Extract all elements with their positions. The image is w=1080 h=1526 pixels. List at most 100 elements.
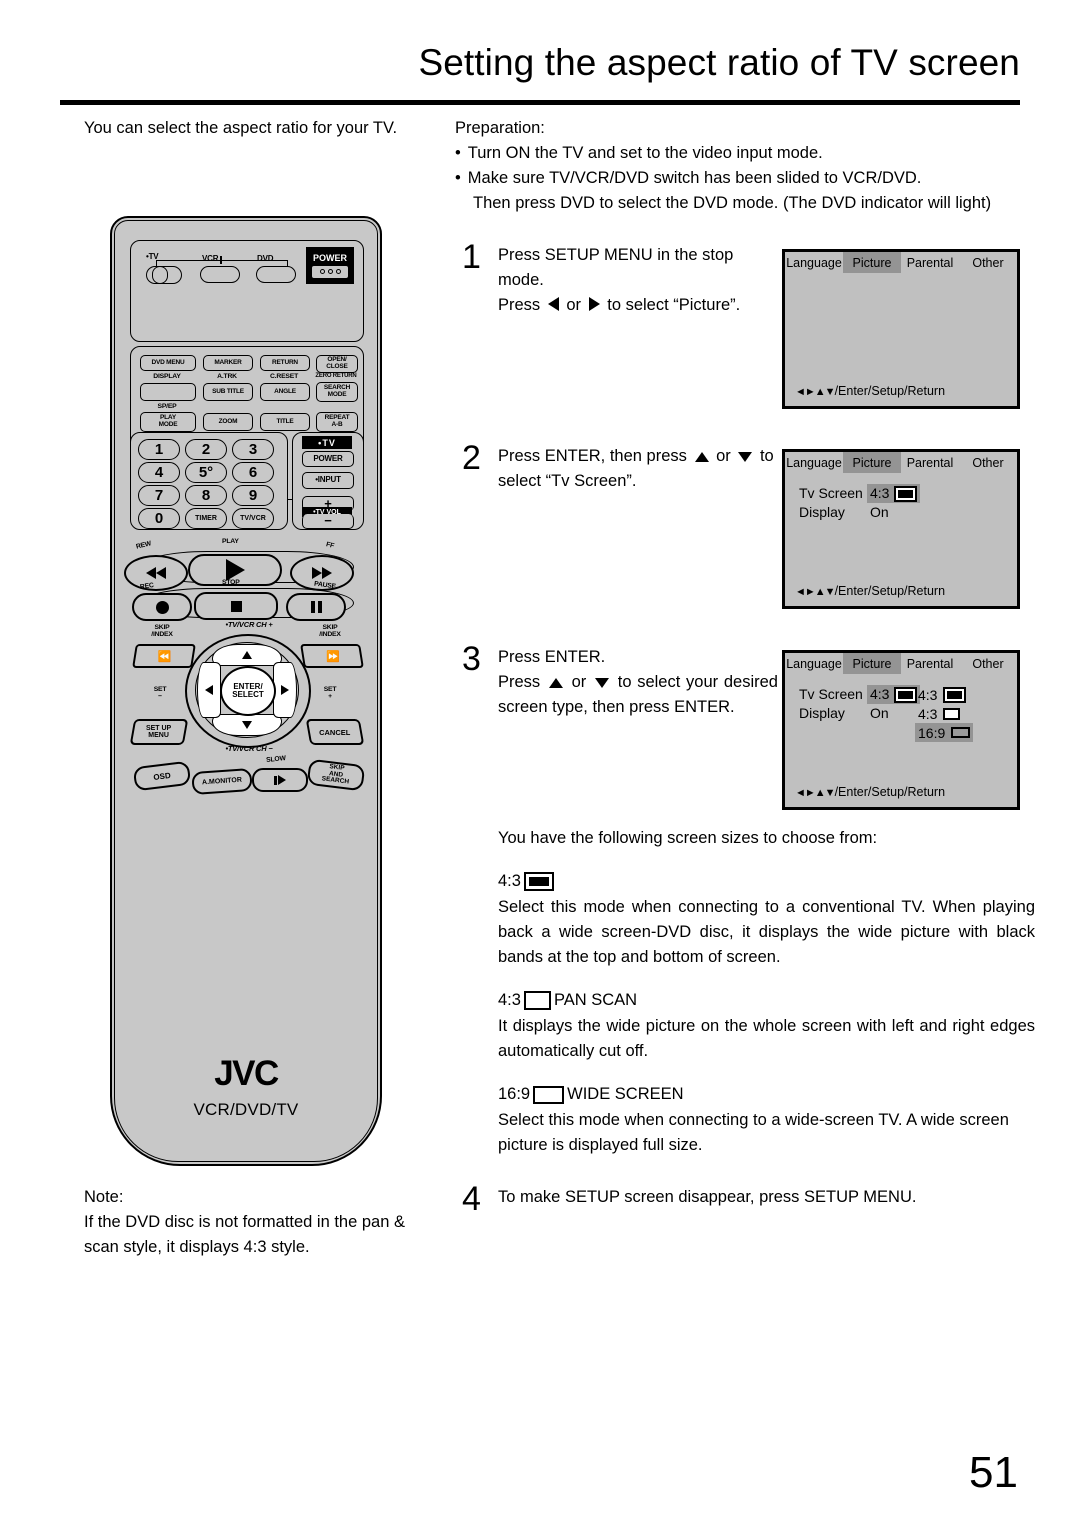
dpad-left-button[interactable]: [197, 662, 221, 718]
tv-screen-value[interactable]: 4:3: [867, 685, 921, 704]
a-monitor-button[interactable]: A.MONITOR: [191, 767, 253, 796]
cancel-button[interactable]: CANCEL: [305, 719, 365, 745]
osd-option-43-panscan[interactable]: 4:3: [915, 704, 963, 723]
skip-index-left-button[interactable]: ⏪: [132, 644, 196, 668]
rewind-button[interactable]: [124, 555, 188, 591]
mode-3-description: Select this mode when connecting to a wi…: [498, 1111, 1009, 1154]
skip-index-right-button[interactable]: ⏩: [300, 644, 364, 668]
osd-tab-picture[interactable]: Picture: [843, 252, 901, 273]
osd-footer-text: /Enter/Setup/Return: [834, 785, 946, 799]
mode-2-heading: 4:3 PAN SCAN: [498, 986, 1035, 1014]
stop-button[interactable]: [194, 592, 278, 620]
osd-tab-other[interactable]: Other: [959, 452, 1017, 473]
osd-option-dropdown[interactable]: 4:3 4:3 16:9: [915, 685, 974, 742]
play-mode-button[interactable]: PLAY MODE: [140, 412, 196, 432]
title-button[interactable]: TITLE: [260, 413, 310, 431]
step-3-line-1: Press ENTER.: [498, 648, 606, 666]
number-button-6[interactable]: 6: [232, 462, 274, 483]
osd-option-row[interactable]: 4:3: [915, 704, 973, 723]
display-button[interactable]: [140, 383, 196, 401]
tv-input-button[interactable]: •INPUT: [302, 472, 354, 489]
marker-button[interactable]: MARKER: [203, 355, 253, 371]
power-button[interactable]: [311, 264, 349, 279]
sub-title-button[interactable]: SUB TITLE: [203, 383, 253, 401]
page-number: 51: [969, 1448, 1018, 1497]
vcr-button[interactable]: [200, 266, 240, 283]
aspect-169-wide-icon: [533, 1085, 565, 1104]
open-close-button[interactable]: OPEN/ CLOSE: [316, 355, 358, 373]
page-title: Setting the aspect ratio of TV screen: [418, 42, 1020, 83]
a-trk-label: A.TRK: [217, 373, 237, 380]
dpad-down-button[interactable]: [212, 714, 282, 736]
osd-row-tv-screen[interactable]: Tv Screen 4:3: [799, 685, 921, 704]
osd-row-display[interactable]: Display On: [799, 503, 920, 522]
setup-menu-button[interactable]: SET UP MENU: [129, 719, 189, 745]
slow-button[interactable]: [252, 768, 308, 792]
page-header: Setting the aspect ratio of TV screen: [60, 42, 1020, 83]
osd-option-row[interactable]: 4:3: [915, 685, 973, 704]
osd-tab-language[interactable]: Language: [785, 252, 843, 273]
tv-power-button[interactable]: POWER: [302, 451, 354, 467]
step-1-text: Press SETUP MENU in the stop mode. Press…: [498, 243, 778, 318]
osd-tab-language[interactable]: Language: [785, 653, 843, 674]
dpad-right-button[interactable]: [273, 662, 297, 718]
angle-button[interactable]: ANGLE: [260, 383, 310, 401]
osd-row-display[interactable]: Display On: [799, 704, 920, 723]
record-button[interactable]: [132, 593, 192, 621]
osd-tab-language[interactable]: Language: [785, 452, 843, 473]
tv-vcr-button[interactable]: TV/VCR: [232, 508, 274, 529]
osd-settings-list-2: Tv Screen 4:3 Display On: [799, 484, 921, 522]
return-button[interactable]: RETURN: [260, 355, 310, 371]
dpad-up-button[interactable]: [212, 644, 282, 666]
enter-select-button[interactable]: ENTER/ SELECT: [220, 666, 276, 716]
zoom-button[interactable]: ZOOM: [203, 413, 253, 431]
arrow-down-icon: [242, 721, 252, 729]
open-close-label: OPEN/ CLOSE: [326, 356, 348, 370]
vcr-mode-label: VCR: [202, 254, 219, 263]
repeat-ab-button[interactable]: REPEAT A-B: [316, 412, 358, 432]
power-button-group[interactable]: POWER: [306, 247, 354, 284]
slide-switch-knob[interactable]: [152, 266, 168, 284]
osd-row-tv-screen[interactable]: Tv Screen 4:3: [799, 484, 921, 503]
osd-tab-picture[interactable]: Picture: [843, 653, 901, 674]
osd-tab-picture[interactable]: Picture: [843, 452, 901, 473]
number-button-1[interactable]: 1: [138, 439, 180, 460]
search-mode-button[interactable]: SEARCH MODE: [316, 382, 358, 402]
number-button-5[interactable]: 5°: [185, 462, 227, 483]
osd-tab-parental[interactable]: Parental: [901, 252, 959, 273]
arrow-down-icon: [595, 678, 610, 688]
pause-button[interactable]: [286, 593, 346, 621]
number-button-0[interactable]: 0: [138, 508, 180, 529]
number-button-8[interactable]: 8: [185, 485, 227, 506]
number-button-3[interactable]: 3: [232, 439, 274, 460]
step-3-line-2: Press or to select your desired screen t…: [498, 670, 778, 720]
osd-tab-parental[interactable]: Parental: [901, 653, 959, 674]
osd-option-43-letterbox[interactable]: 4:3: [915, 685, 969, 704]
osd-option-row[interactable]: 16:9: [915, 723, 974, 742]
osd-tab-other[interactable]: Other: [959, 252, 1017, 273]
tv-screen-value[interactable]: 4:3: [867, 484, 921, 503]
rewind-icon: [146, 567, 156, 579]
osd-footer-arrows: ◄►▲▼: [795, 586, 836, 598]
dvd-mode-label: DVD: [257, 254, 274, 263]
osd-tab-other[interactable]: Other: [959, 653, 1017, 674]
osd-footer-arrows: ◄►▲▼: [795, 787, 836, 799]
step-2-press-label: Press ENTER, then press: [498, 447, 687, 465]
play-icon: [225, 559, 245, 581]
number-button-7[interactable]: 7: [138, 485, 180, 506]
number-button-2[interactable]: 2: [185, 439, 227, 460]
dvd-button[interactable]: [256, 266, 296, 283]
osd-option-169-wide[interactable]: 16:9: [915, 723, 974, 742]
osd-screen-3: Language Picture Parental Other Tv Scree…: [782, 650, 1020, 810]
timer-button[interactable]: TIMER: [185, 508, 227, 529]
dvd-menu-button[interactable]: DVD MENU: [140, 355, 196, 371]
remote-control-illustration: •TV VCR DVD POWER DVD MENU MARKER RETURN: [110, 216, 382, 1166]
tv-vcr-label: TV/VCR: [240, 515, 266, 522]
osd-tab-parental[interactable]: Parental: [901, 452, 959, 473]
jvc-logo: JVC: [214, 1054, 279, 1093]
tv-volume-down-button[interactable]: −: [302, 514, 354, 529]
number-button-4[interactable]: 4: [138, 462, 180, 483]
skip-search-label: SKIP AND SEARCH: [321, 763, 350, 786]
number-button-9[interactable]: 9: [232, 485, 274, 506]
